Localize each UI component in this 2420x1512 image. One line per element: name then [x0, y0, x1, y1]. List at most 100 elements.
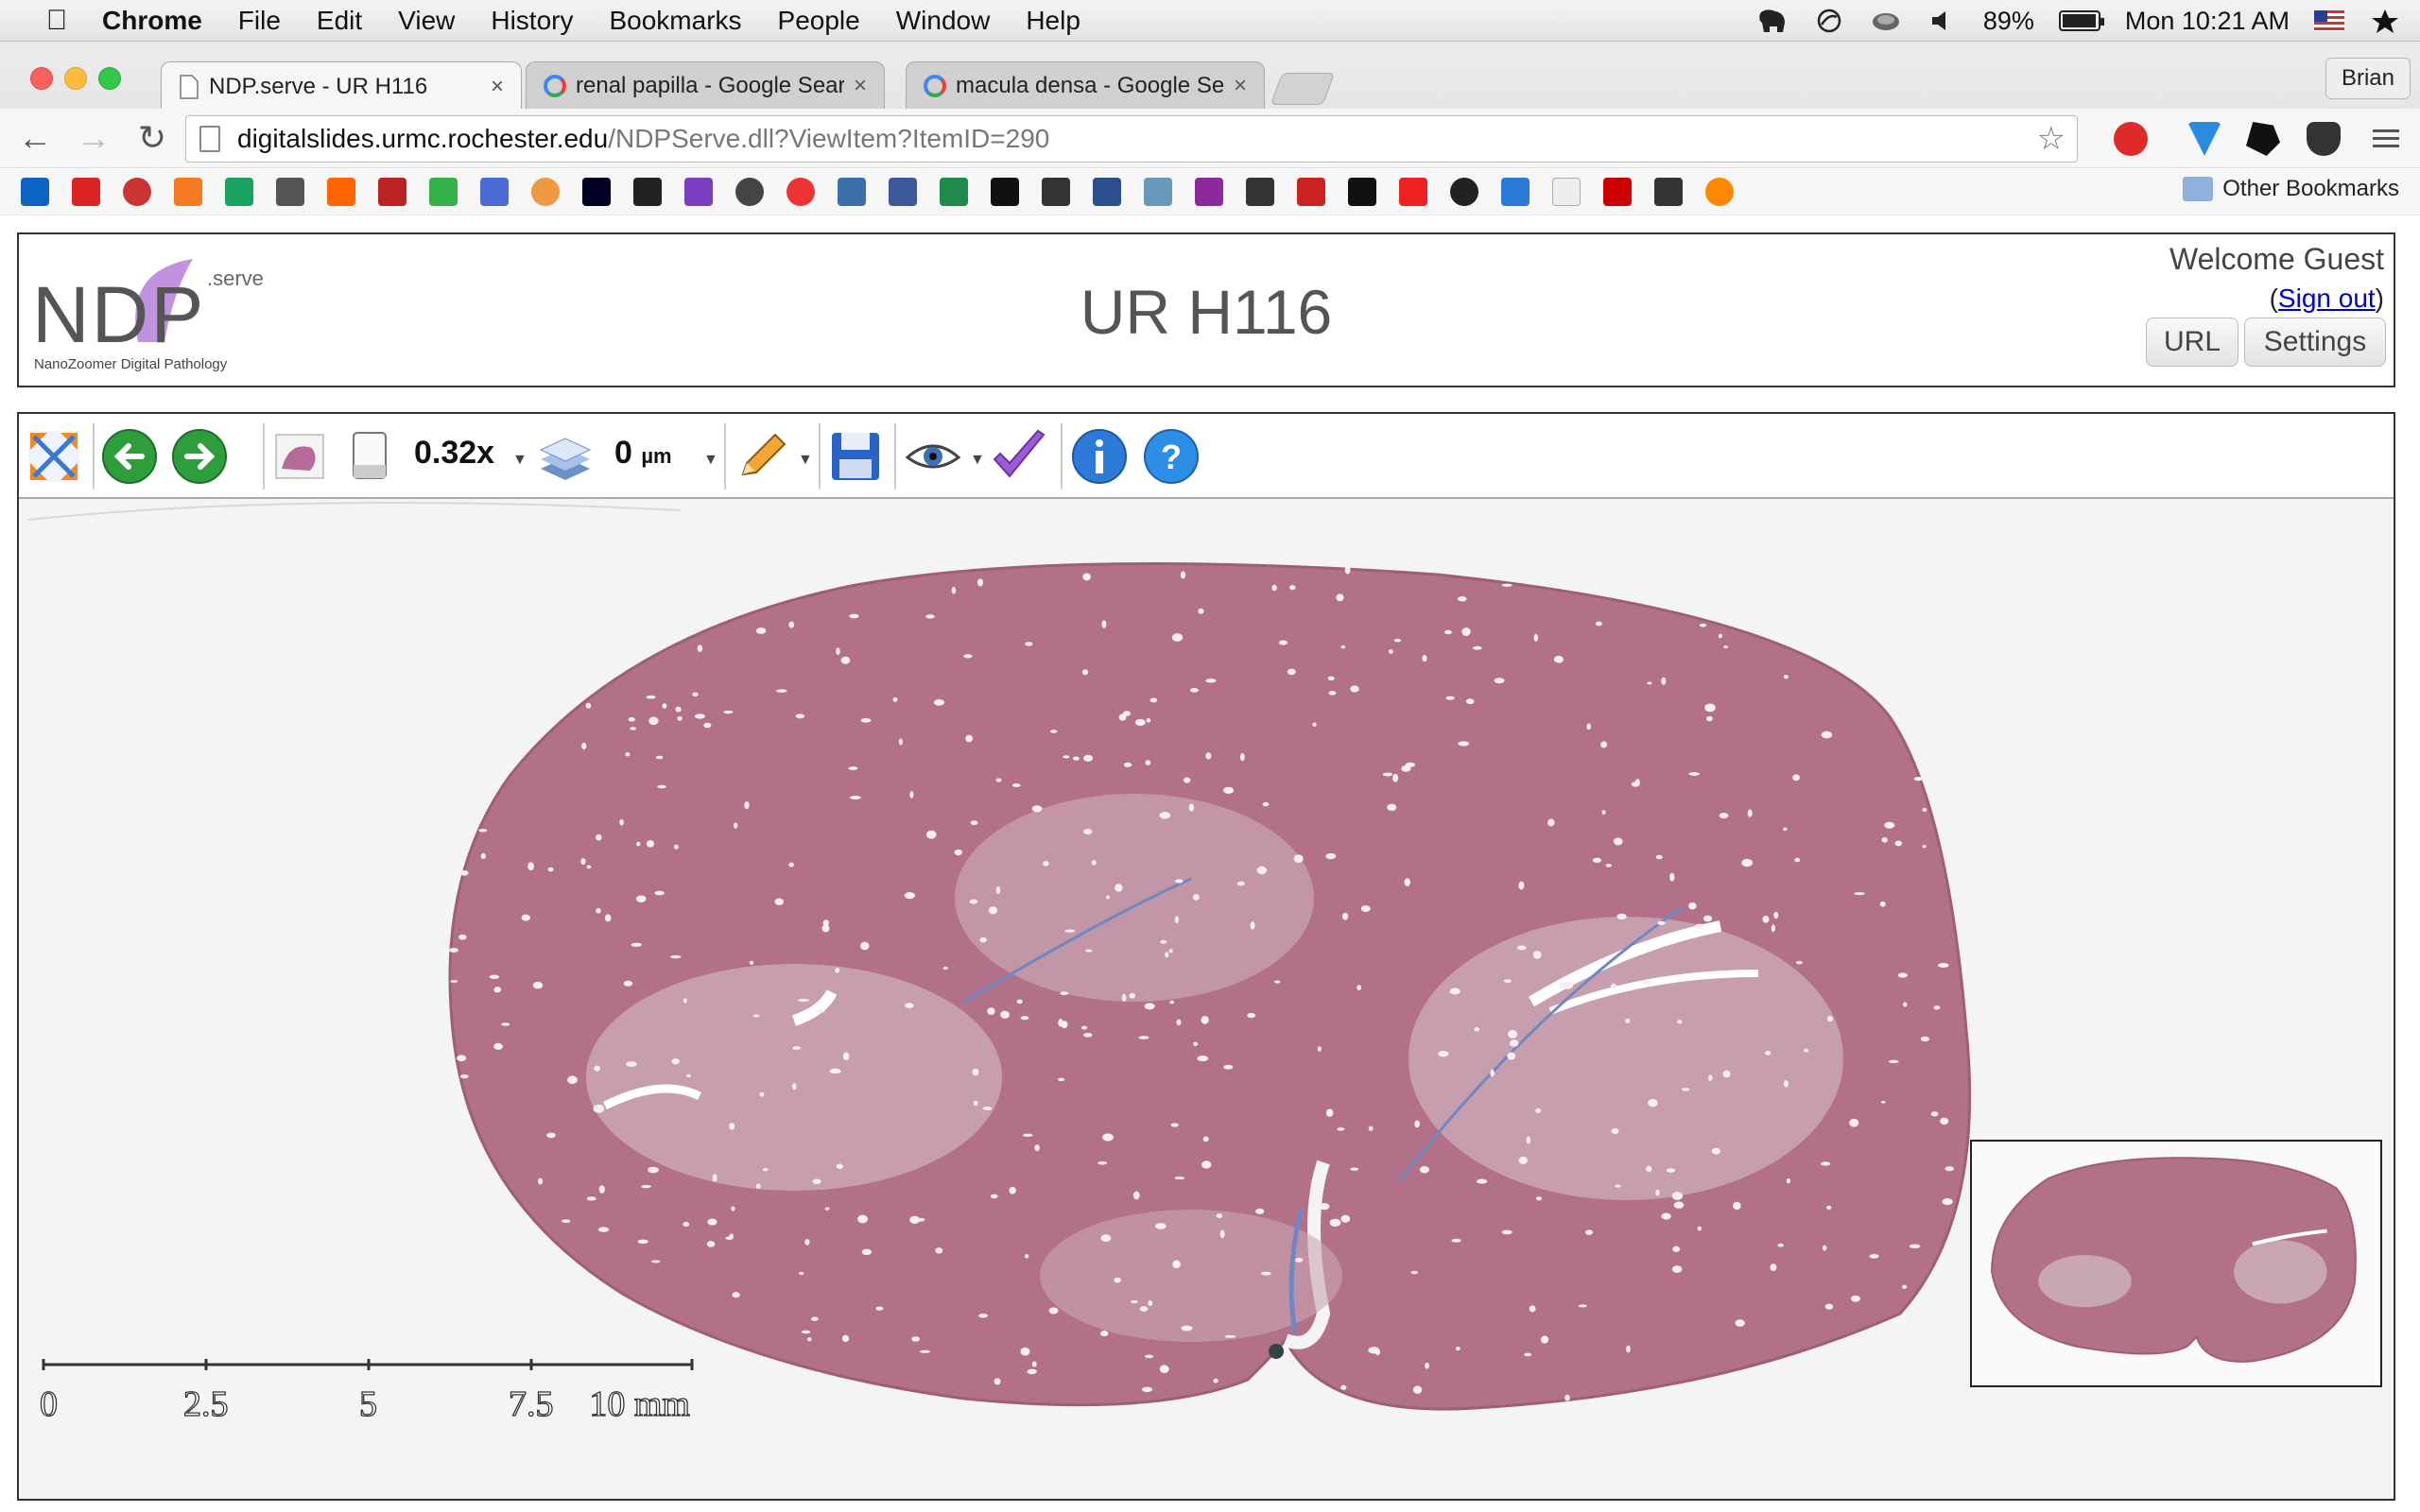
bookmark-h-icon[interactable]: [889, 177, 917, 206]
back-green-arrow-icon[interactable]: [100, 427, 159, 486]
tab-close-icon[interactable]: ×: [1234, 73, 1247, 99]
bookmark-hx-icon[interactable]: [633, 177, 662, 206]
bookmark-bank-icon[interactable]: [123, 177, 151, 206]
menubar-clock[interactable]: Mon 10:21 AM: [2125, 7, 2290, 36]
tab-macula-densa[interactable]: macula densa - Google Search ×: [906, 61, 1265, 109]
evernote-elephant-icon[interactable]: [1756, 8, 1789, 34]
bookmark-hackernews-icon[interactable]: [327, 177, 355, 206]
bookmark-page-icon[interactable]: [1552, 177, 1581, 206]
save-floppy-icon[interactable]: [826, 427, 885, 486]
bookmark-bowtie-icon[interactable]: [991, 177, 1019, 206]
page-info-icon[interactable]: [199, 126, 220, 152]
y-extension-icon[interactable]: [2187, 122, 2221, 156]
menu-file[interactable]: File: [238, 6, 281, 36]
menu-app-chrome[interactable]: Chrome: [102, 6, 202, 36]
focus-dropdown-icon[interactable]: ▼: [703, 452, 718, 469]
tab-close-icon[interactable]: ×: [491, 74, 504, 100]
other-bookmarks[interactable]: Other Bookmarks: [2183, 176, 2399, 202]
annotate-dropdown-icon[interactable]: ▼: [798, 452, 813, 469]
slide-thumbnail-icon[interactable]: [270, 427, 329, 486]
bookmark-tomato-icon[interactable]: [786, 177, 815, 206]
bookmark-feather-icon[interactable]: [1195, 177, 1223, 206]
bookmark-chart-icon[interactable]: [1144, 177, 1172, 206]
tissue-dot: [1171, 633, 1184, 642]
tissue-dot: [812, 1178, 821, 1184]
bookmark-bu-icon[interactable]: [1603, 177, 1632, 206]
focus-layers-icon[interactable]: [535, 427, 594, 486]
bookmark-vb-icon[interactable]: [378, 177, 406, 206]
bookmark-lines-icon[interactable]: [1246, 177, 1274, 206]
tab-close-icon[interactable]: ×: [854, 73, 867, 99]
volume-icon[interactable]: [1927, 8, 1959, 34]
slide-glass-icon[interactable]: [340, 427, 399, 486]
forward-arrow-icon[interactable]: →: [70, 114, 117, 162]
forward-green-arrow-icon[interactable]: [170, 427, 229, 486]
settings-button[interactable]: Settings: [2244, 318, 2386, 367]
bookmark-news-icon[interactable]: [276, 177, 304, 206]
bookmark-gear-icon[interactable]: [1093, 177, 1121, 206]
reload-icon[interactable]: ↻: [129, 114, 176, 162]
bookmark-star-icon[interactable]: ☆: [2037, 120, 2066, 158]
dark-extension-icon[interactable]: [2246, 122, 2280, 156]
bookmark-bars-icon[interactable]: [1297, 177, 1325, 206]
sign-out-link[interactable]: Sign out: [2278, 284, 2376, 313]
bookmark-linkedin-icon[interactable]: [21, 177, 49, 206]
bookmark-plus-icon[interactable]: [480, 177, 509, 206]
bookmark-github-icon[interactable]: [1450, 177, 1478, 206]
bookmark-it-icon[interactable]: [1399, 177, 1427, 206]
bookmark-green-icon[interactable]: [225, 177, 253, 206]
bookmark-stripes-icon[interactable]: [1042, 177, 1070, 206]
bookmark-press-icon[interactable]: [735, 177, 764, 206]
menu-edit[interactable]: Edit: [317, 6, 362, 36]
window-close-button[interactable]: [30, 67, 53, 90]
profile-button[interactable]: Brian: [2325, 58, 2411, 99]
menu-bookmarks[interactable]: Bookmarks: [609, 6, 741, 36]
slide-viewer[interactable]: 0.32x ▼ 0 µm ▼ ▼ ▼ ? 0 2.5 5 7.5 10 mm: [17, 412, 2395, 1501]
address-bar[interactable]: digitalslides.urmc.rochester.edu/NDPServ…: [185, 115, 2078, 163]
menu-view[interactable]: View: [398, 6, 455, 36]
annotate-pencil-icon[interactable]: [734, 427, 792, 486]
bookmark-grid-icon[interactable]: [582, 177, 611, 206]
bookmark-u-icon[interactable]: [429, 177, 458, 206]
tab-renal-papilla[interactable]: renal papilla - Google Search ×: [526, 61, 885, 109]
cloud-app-icon[interactable]: [1870, 8, 1902, 34]
bookmark-cross-icon[interactable]: [1654, 177, 1683, 206]
help-icon[interactable]: ?: [1142, 427, 1201, 486]
zoom-dropdown-icon[interactable]: ▼: [512, 452, 527, 469]
bookmark-flower-icon[interactable]: [531, 177, 560, 206]
overview-minimap[interactable]: [1970, 1140, 2382, 1387]
bookmark-dots-icon[interactable]: [684, 177, 713, 206]
adblock-extension-icon[interactable]: [2114, 122, 2148, 156]
window-minimize-button[interactable]: [64, 67, 87, 90]
star-menu-icon[interactable]: [2369, 8, 2401, 34]
zoom-level[interactable]: 0.32x: [414, 435, 494, 472]
bookmark-g-icon[interactable]: [174, 177, 202, 206]
bookmark-dark-icon[interactable]: [1348, 177, 1376, 206]
bookmark-hexagon-icon[interactable]: [1705, 177, 1734, 206]
menu-help[interactable]: Help: [1026, 6, 1080, 36]
menu-history[interactable]: History: [491, 6, 573, 36]
battery-icon[interactable]: [2058, 10, 2104, 31]
us-flag-input-icon[interactable]: [2314, 10, 2344, 31]
bookmark-red-icon[interactable]: [72, 177, 100, 206]
fit-to-screen-icon[interactable]: [25, 427, 83, 486]
checkmark-icon[interactable]: [989, 427, 1047, 486]
bookmark-w-icon[interactable]: [940, 177, 968, 206]
tab-ndp-serve[interactable]: NDP.serve - UR H116 ×: [161, 61, 522, 111]
view-dropdown-icon[interactable]: ▼: [970, 452, 985, 469]
new-tab-button[interactable]: [1270, 73, 1336, 105]
apple-menu-icon[interactable]: : [36, 5, 78, 37]
info-icon[interactable]: [1070, 427, 1129, 486]
bookmark-database-icon[interactable]: [838, 177, 866, 206]
view-eye-icon[interactable]: [904, 427, 962, 486]
bookmark-csharp-icon[interactable]: [1501, 177, 1530, 206]
pocket-extension-icon[interactable]: [2307, 122, 2341, 156]
window-zoom-button[interactable]: [98, 67, 121, 90]
menu-window[interactable]: Window: [896, 6, 991, 36]
tissue-dot: [1518, 1156, 1528, 1165]
url-button[interactable]: URL: [2146, 318, 2238, 367]
menu-people[interactable]: People: [778, 6, 860, 36]
chrome-menu-icon[interactable]: [2369, 122, 2403, 156]
sync-circle-icon[interactable]: [1813, 8, 1845, 34]
back-arrow-icon[interactable]: ←: [11, 114, 59, 162]
